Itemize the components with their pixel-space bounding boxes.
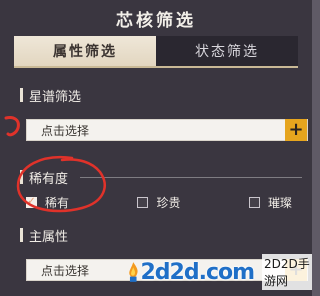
- rarity-section: 稀有度: [20, 168, 302, 187]
- rarity-option-precious[interactable]: 珍贵: [137, 194, 181, 211]
- tab-underline: [14, 66, 298, 68]
- watermark-logo-text: 2d2d.com: [140, 259, 255, 285]
- rarity-options: ✓ 稀有 珍贵 璀璨: [26, 194, 292, 210]
- main-attr-section: 主属性: [20, 226, 302, 245]
- star-filter-select-label: 点击选择: [41, 123, 90, 138]
- rarity-option-label: 璀璨: [267, 195, 292, 210]
- checkbox[interactable]: [248, 196, 260, 208]
- rarity-option-brilliant[interactable]: 璀璨: [248, 194, 292, 211]
- rarity-option-label: 珍贵: [156, 195, 181, 210]
- star-filter-label: 星谱筛选: [29, 89, 82, 105]
- main-attr-label: 主属性: [29, 229, 69, 245]
- section-marker: [20, 88, 23, 102]
- rarity-option-label: 稀有: [45, 195, 70, 210]
- star-filter-section: 星谱筛选: [20, 86, 302, 105]
- section-marker: [20, 170, 23, 184]
- checkbox[interactable]: [137, 196, 149, 208]
- panel-title: 芯核筛选: [116, 11, 196, 31]
- tab-attribute-filter[interactable]: 属性筛选: [14, 36, 156, 66]
- filter-tabs: 属性筛选 状态筛选: [14, 36, 298, 66]
- rarity-label: 稀有度: [29, 171, 69, 187]
- section-marker: [20, 228, 23, 242]
- watermark-site-name: 2D2D手游网: [262, 254, 312, 290]
- section-divider: [80, 176, 302, 178]
- section-header: 稀有度: [20, 168, 302, 187]
- flame-logo-icon: [129, 262, 138, 282]
- plus-icon[interactable]: +: [285, 119, 307, 141]
- section-header: 主属性: [20, 226, 302, 245]
- tab-status-filter[interactable]: 状态筛选: [156, 36, 298, 66]
- rarity-option-rare[interactable]: ✓ 稀有: [26, 194, 69, 211]
- site-watermark: 2d2d.com 2D2D手游网: [126, 250, 312, 294]
- checkmark-icon[interactable]: ✓: [26, 196, 37, 208]
- section-header: 星谱筛选: [20, 86, 302, 105]
- star-filter-select[interactable]: 点击选择 +: [26, 119, 308, 141]
